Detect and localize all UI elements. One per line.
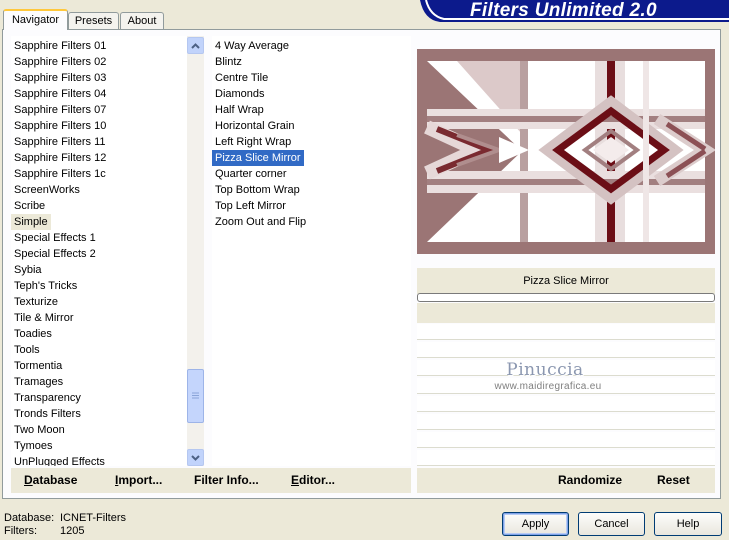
app-title: Filters Unlimited 2.0	[470, 0, 657, 21]
category-item[interactable]: Sapphire Filters 03	[11, 70, 109, 86]
tab-navigator[interactable]: Navigator	[3, 9, 68, 30]
category-item[interactable]: Special Effects 1	[11, 230, 99, 246]
help-button[interactable]: Help	[654, 512, 722, 536]
category-item[interactable]: Tormentia	[11, 358, 65, 374]
scroll-thumb[interactable]	[187, 369, 204, 423]
filter-item[interactable]: Diamonds	[212, 86, 268, 102]
category-item[interactable]: Toadies	[11, 326, 55, 342]
chevron-down-icon	[191, 454, 200, 461]
randomize-button[interactable]: Randomize	[558, 468, 622, 493]
parameter-header	[417, 303, 715, 323]
category-item[interactable]: Scribe	[11, 198, 48, 214]
category-item[interactable]: Sapphire Filters 02	[11, 54, 109, 70]
parameter-slot[interactable]	[417, 342, 715, 358]
parameter-slot[interactable]	[417, 324, 715, 340]
scroll-up-button[interactable]	[187, 37, 204, 54]
filter-item[interactable]: Horizontal Grain	[212, 118, 297, 134]
apply-button[interactable]: Apply	[502, 512, 569, 536]
scroll-down-button[interactable]	[187, 449, 204, 466]
parameter-slot[interactable]	[417, 414, 715, 430]
filter-item[interactable]: Half Wrap	[212, 102, 267, 118]
category-item[interactable]: Sapphire Filters 04	[11, 86, 109, 102]
tab-about[interactable]: About	[120, 12, 164, 29]
watermark-url: www.maidiregrafica.eu	[494, 381, 602, 392]
parameter-slot[interactable]	[417, 396, 715, 412]
database-status-label: Database:	[4, 512, 55, 524]
category-item[interactable]: Transparency	[11, 390, 84, 406]
filter-name-label: Pizza Slice Mirror	[417, 268, 715, 294]
parameter-slot[interactable]	[417, 450, 715, 466]
category-scrollbar[interactable]	[187, 36, 204, 466]
right-button-bar: Randomize Reset	[417, 468, 715, 493]
editor-button[interactable]: Editor...	[291, 468, 335, 493]
category-item[interactable]: UnPlugged Effects	[11, 454, 108, 466]
category-list[interactable]: Sapphire Filters 01 Sapphire Filters 02 Sa…	[11, 36, 187, 466]
progress-bar	[417, 293, 715, 302]
filter-item[interactable]: Pizza Slice Mirror	[212, 150, 304, 166]
filter-info-button[interactable]: Filter Info...	[194, 468, 259, 493]
category-item[interactable]: Special Effects 2	[11, 246, 99, 262]
database-button[interactable]: Database	[24, 468, 77, 493]
filter-item[interactable]: Quarter corner	[212, 166, 290, 182]
category-item[interactable]: Teph's Tricks	[11, 278, 80, 294]
category-item[interactable]: Sapphire Filters 10	[11, 118, 109, 134]
filter-item[interactable]: Left Right Wrap	[212, 134, 294, 150]
chevron-up-icon	[191, 42, 200, 49]
filter-item[interactable]: Top Bottom Wrap	[212, 182, 303, 198]
filter-preview	[417, 49, 715, 254]
category-item[interactable]: Tymoes	[11, 438, 56, 454]
category-item[interactable]: Texturize	[11, 294, 61, 310]
parameter-slot[interactable]	[417, 432, 715, 448]
category-item[interactable]: Sybia	[11, 262, 45, 278]
category-item[interactable]: Two Moon	[11, 422, 68, 438]
watermark: Pinuccia	[506, 360, 584, 380]
category-item[interactable]: Tramages	[11, 374, 66, 390]
category-item[interactable]: Sapphire Filters 01	[11, 38, 109, 54]
database-status-value: ICNET-Filters	[60, 512, 126, 524]
category-item[interactable]: Sapphire Filters 12	[11, 150, 109, 166]
filters-count-value: 1205	[60, 525, 85, 537]
filter-item[interactable]: Zoom Out and Flip	[212, 214, 309, 230]
category-item[interactable]: Sapphire Filters 11	[11, 134, 109, 150]
filter-item[interactable]: Blintz	[212, 54, 245, 70]
filter-list[interactable]: 4 Way Average Blintz Centre Tile Diamonds Ha…	[212, 36, 411, 466]
filter-item[interactable]: Top Left Mirror	[212, 198, 289, 214]
cancel-button[interactable]: Cancel	[578, 512, 645, 536]
category-item[interactable]: Tronds Filters	[11, 406, 84, 422]
category-item[interactable]: Simple	[11, 214, 51, 230]
category-item[interactable]: Sapphire Filters 1c	[11, 166, 109, 182]
category-item[interactable]: ScreenWorks	[11, 182, 83, 198]
filter-item[interactable]: 4 Way Average	[212, 38, 292, 54]
grip-icon	[192, 392, 199, 399]
category-item[interactable]: Tools	[11, 342, 43, 358]
filters-count-label: Filters:	[4, 525, 37, 537]
tab-presets[interactable]: Presets	[68, 12, 119, 29]
category-item[interactable]: Tile & Mirror	[11, 310, 76, 326]
category-item[interactable]: Sapphire Filters 07	[11, 102, 109, 118]
import-button[interactable]: Import...	[115, 468, 162, 493]
filter-item[interactable]: Centre Tile	[212, 70, 271, 86]
left-button-bar: Database Import... Filter Info... Editor…	[11, 468, 411, 493]
reset-button[interactable]: Reset	[657, 468, 690, 493]
